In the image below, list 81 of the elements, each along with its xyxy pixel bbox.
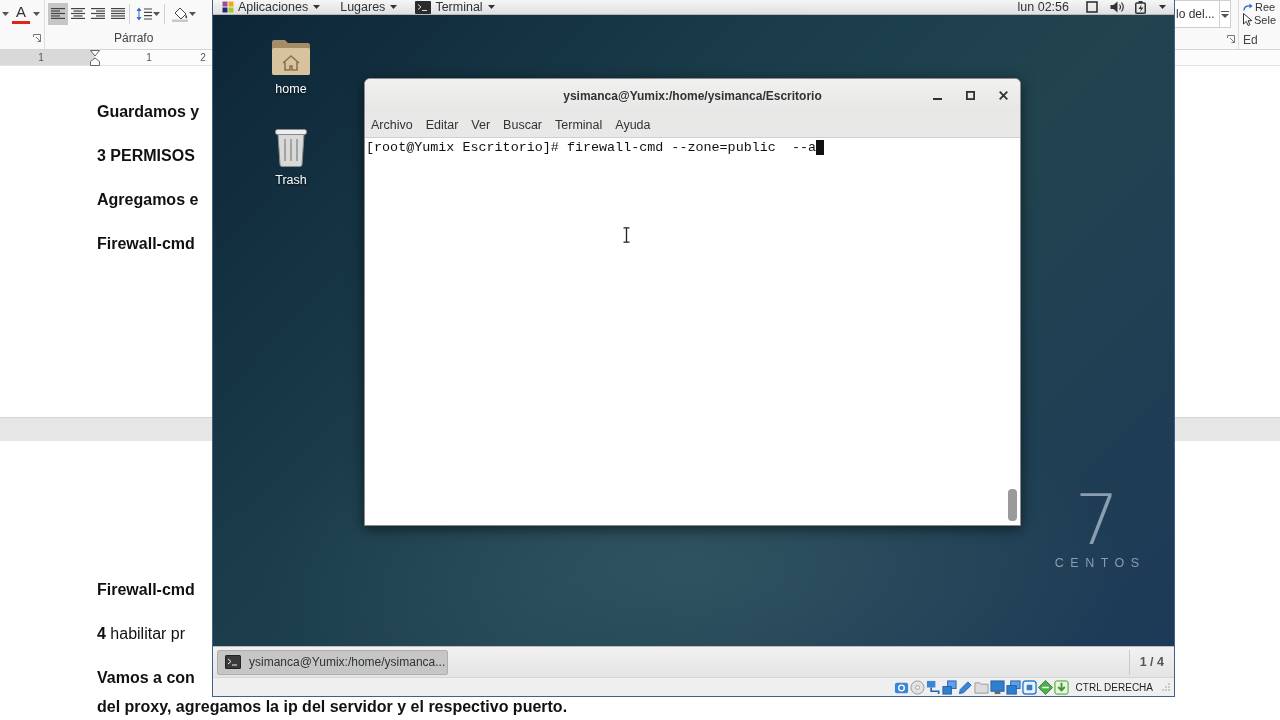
top-bar-menu[interactable]: Terminal xyxy=(435,0,495,14)
caret-icon xyxy=(390,5,398,9)
group-label: Ed xyxy=(1243,33,1258,47)
paragraph-line: Firewall-cmd xyxy=(97,234,195,254)
close-icon xyxy=(998,91,1008,100)
paragraph-line: 3 PERMISOS xyxy=(97,146,195,166)
framed-square-icon[interactable] xyxy=(1021,679,1037,695)
menu-item[interactable]: Terminal xyxy=(555,117,603,132)
justify-icon xyxy=(111,8,125,19)
host-key-label: CTRL DERECHA xyxy=(1075,681,1153,693)
square-outline-icon[interactable] xyxy=(1086,1,1098,13)
paragraph-line: del proxy, agregamos la ip del servidor y el respectivo puerto. xyxy=(97,697,568,717)
dialog-launcher-icon[interactable] xyxy=(1227,34,1235,43)
desktop-shortcut[interactable]: Trash xyxy=(275,127,307,188)
monitor-cable-icon[interactable] xyxy=(925,679,941,695)
menu-item[interactable]: Editar xyxy=(425,117,459,132)
menu-item[interactable]: Archivo xyxy=(371,117,413,132)
maximize-icon xyxy=(965,91,975,100)
more-icon xyxy=(1221,10,1229,18)
align-center-icon xyxy=(71,8,85,19)
menu-item[interactable]: Ayuda xyxy=(615,117,651,132)
replace-button[interactable]: Ree xyxy=(1243,0,1280,13)
speaker-icon[interactable] xyxy=(1110,1,1124,13)
align-left-icon xyxy=(51,8,65,19)
ruler-number: 2 xyxy=(200,52,206,63)
top-bar-menu[interactable]: Lugares xyxy=(340,0,398,14)
caret-icon[interactable] xyxy=(1159,5,1166,9)
paragraph-line: Agregamos e xyxy=(97,190,199,210)
menu-item[interactable]: Buscar xyxy=(503,117,542,132)
menu-item[interactable]: Ver xyxy=(471,117,491,132)
caret-icon xyxy=(487,5,495,9)
logo-wordmark: CENTOS xyxy=(1053,556,1146,570)
paragraph-line: Firewall-cmd xyxy=(97,580,195,600)
ruler-number: 1 xyxy=(146,52,152,63)
battery-icon[interactable] xyxy=(1135,0,1146,14)
window-title: ysimanca@Yumix:/home/ysimanca/Escritorio xyxy=(563,88,822,103)
down-arrow-icon[interactable] xyxy=(1053,679,1069,695)
group-label: Párrafo xyxy=(114,31,154,45)
caret-icon xyxy=(153,11,160,16)
caret-icon[interactable] xyxy=(33,11,40,16)
style-gallery-item[interactable]: lo del... xyxy=(1175,0,1219,28)
caret-icon[interactable] xyxy=(2,11,9,16)
logo-number: 7 xyxy=(1074,490,1120,550)
align-right-icon xyxy=(91,8,105,19)
window-list-item[interactable]: ysimanca@Yumix:/home/ysimanca... xyxy=(217,649,448,675)
paint-bucket-icon xyxy=(172,5,188,22)
terminal-line: [root@Yumix Escritorio]# firewall-cmd --zone=public --a xyxy=(366,139,816,156)
ibeam-pointer-icon xyxy=(623,227,630,243)
pointer-arrow-icon xyxy=(1243,13,1252,26)
minimize-icon xyxy=(932,97,942,100)
ruler-number: 1 xyxy=(38,52,44,63)
monitor-icon[interactable] xyxy=(989,679,1005,695)
overlapping-windows-icon[interactable] xyxy=(1005,679,1021,695)
align-left-button[interactable] xyxy=(48,2,68,25)
block-cursor-icon xyxy=(816,140,824,155)
paragraph-line: Guardamos y xyxy=(97,102,200,122)
clock[interactable]: lun 02:56 xyxy=(1017,0,1069,14)
line-spacing-icon xyxy=(136,6,152,21)
diamond-icon[interactable] xyxy=(1037,679,1053,695)
trash-icon xyxy=(275,127,307,167)
terminal-icon xyxy=(225,655,241,669)
paragraph-line: 4 habilitar pr xyxy=(97,624,186,644)
caret-icon xyxy=(189,11,196,16)
curved-arrow-icon xyxy=(1243,2,1253,11)
pinwheel-icon xyxy=(222,1,234,13)
home-folder-icon xyxy=(271,38,311,76)
paragraph-line: Vamos a con xyxy=(97,668,195,688)
select-button[interactable]: Sele xyxy=(1243,13,1280,26)
gallery-more-button[interactable] xyxy=(1219,0,1231,28)
stacked-squares-icon[interactable] xyxy=(941,679,957,695)
scrollbar-thumb[interactable] xyxy=(1008,489,1017,521)
desktop-shortcut[interactable]: home xyxy=(271,38,311,97)
top-bar-menu[interactable]: Aplicaciones xyxy=(238,0,321,14)
caret-icon xyxy=(313,5,321,9)
resize-grip-icon[interactable] xyxy=(1162,683,1170,691)
pencil-icon[interactable] xyxy=(957,679,973,695)
font-color-button[interactable]: A xyxy=(12,3,30,24)
indent-marker-icon[interactable] xyxy=(90,49,100,66)
workspace-indicator[interactable]: 1 / 4 xyxy=(1128,649,1170,675)
terminal-icon xyxy=(415,0,432,14)
dialog-launcher-icon[interactable] xyxy=(33,34,41,42)
